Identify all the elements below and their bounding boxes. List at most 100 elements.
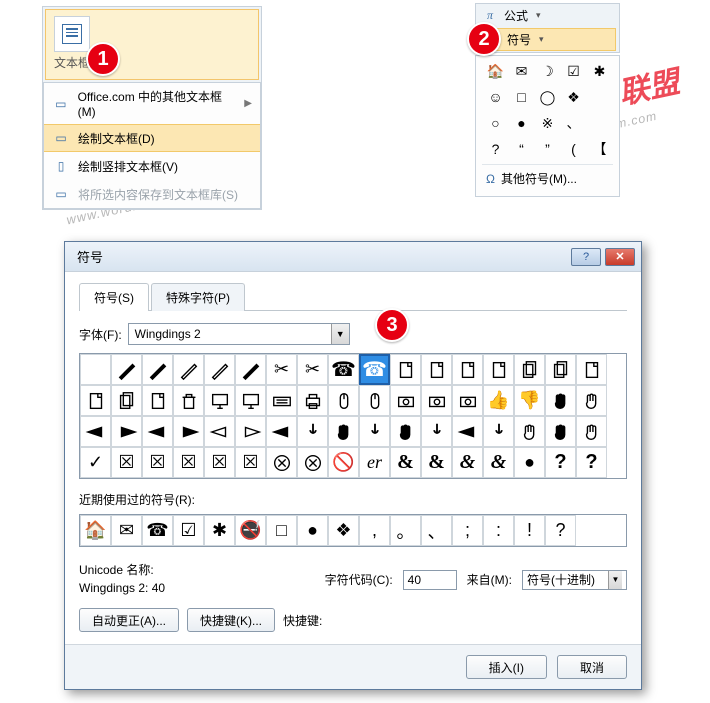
grid-cell[interactable]: ? (576, 447, 607, 478)
grid-cell[interactable] (328, 385, 359, 416)
grid-cell[interactable]: ☒ (111, 447, 142, 478)
tab-special-chars[interactable]: 特殊字符(P) (151, 283, 245, 311)
grid-cell[interactable] (576, 416, 607, 447)
grid-cell[interactable] (266, 385, 297, 416)
grid-cell[interactable] (173, 385, 204, 416)
grid-cell[interactable] (80, 385, 111, 416)
recent-symbols-row[interactable]: 🏠✉☎☑✱🚭□●❖,。、;:!? (79, 514, 627, 547)
grid-cell[interactable]: er (359, 447, 390, 478)
recent-cell[interactable]: ❖ (328, 515, 359, 546)
grid-cell[interactable] (297, 447, 328, 478)
symbol-cell[interactable]: ✱ (589, 60, 611, 82)
symbol-cell[interactable]: ? (485, 138, 507, 160)
recent-cell[interactable]: 🚭 (235, 515, 266, 546)
grid-cell[interactable]: & (483, 447, 514, 478)
recent-cell[interactable]: 、 (421, 515, 452, 546)
grid-cell[interactable]: ☒ (235, 447, 266, 478)
grid-cell[interactable]: ☒ (204, 447, 235, 478)
char-code-input[interactable]: 40 (403, 570, 457, 590)
insert-button[interactable]: 插入(I) (466, 655, 547, 679)
grid-cell[interactable]: & (421, 447, 452, 478)
grid-cell[interactable]: ✓ (80, 447, 111, 478)
grid-cell[interactable] (359, 416, 390, 447)
grid-cell[interactable] (545, 385, 576, 416)
symbol-cell[interactable]: 【 (589, 138, 611, 160)
font-select[interactable]: Wingdings 2 ▼ (128, 323, 350, 345)
dialog-titlebar[interactable]: 符号 ? ✕ (65, 242, 641, 272)
grid-cell[interactable] (421, 354, 452, 385)
symbol-cell[interactable]: ☑ (563, 60, 585, 82)
menu-item-draw-textbox[interactable]: ▭ 绘制文本框(D) (44, 124, 260, 152)
recent-cell[interactable]: : (483, 515, 514, 546)
grid-cell[interactable] (390, 385, 421, 416)
symbol-cell[interactable]: ※ (537, 112, 559, 134)
recent-cell[interactable]: ● (297, 515, 328, 546)
recent-cell[interactable]: , (359, 515, 390, 546)
symbol-cell[interactable]: □ (511, 86, 533, 108)
grid-cell[interactable] (421, 416, 452, 447)
grid-cell[interactable] (359, 385, 390, 416)
grid-cell[interactable] (235, 354, 266, 385)
textbox-button[interactable]: 文本框 ▾ (45, 9, 259, 80)
grid-cell[interactable] (204, 354, 235, 385)
grid-cell[interactable]: 👍 (483, 385, 514, 416)
symbol-cell[interactable]: ( (563, 138, 585, 160)
cancel-button[interactable]: 取消 (557, 655, 627, 679)
recent-cell[interactable]: ☑ (173, 515, 204, 546)
from-select[interactable]: 符号(十进制) ▼ (522, 570, 627, 590)
symbol-cell[interactable]: ” (537, 138, 559, 160)
symbol-cell[interactable]: ◯ (537, 86, 559, 108)
help-button[interactable]: ? (571, 248, 601, 266)
symbol-grid[interactable]: ✂✂☎☎👍👎✓☒☒☒☒☒🚫er&&&&●?? (79, 353, 627, 479)
recent-cell[interactable]: □ (266, 515, 297, 546)
grid-cell[interactable] (204, 416, 235, 447)
grid-cell[interactable]: ☎ (328, 354, 359, 385)
grid-cell[interactable] (80, 416, 111, 447)
symbol-cell[interactable]: 、 (563, 112, 585, 134)
grid-cell[interactable]: ✂ (266, 354, 297, 385)
grid-cell[interactable] (514, 416, 545, 447)
recent-cell[interactable]: 🏠 (80, 515, 111, 546)
grid-cell[interactable] (111, 354, 142, 385)
symbol-cell[interactable]: ● (511, 112, 533, 134)
recent-cell[interactable]: ✱ (204, 515, 235, 546)
grid-cell[interactable] (142, 416, 173, 447)
grid-cell[interactable]: & (452, 447, 483, 478)
grid-cell[interactable] (390, 416, 421, 447)
grid-cell[interactable] (421, 385, 452, 416)
grid-cell[interactable] (142, 354, 173, 385)
recent-cell[interactable]: ✉ (111, 515, 142, 546)
autocorrect-button[interactable]: 自动更正(A)... (79, 608, 179, 632)
grid-cell[interactable] (545, 354, 576, 385)
grid-cell[interactable] (452, 354, 483, 385)
grid-cell[interactable]: ☒ (173, 447, 204, 478)
recent-cell[interactable]: ; (452, 515, 483, 546)
symbol-cell[interactable]: ✉ (511, 60, 533, 82)
grid-cell[interactable]: & (390, 447, 421, 478)
grid-cell[interactable]: ● (514, 447, 545, 478)
symbol-cell[interactable]: ○ (485, 112, 507, 134)
grid-cell[interactable] (545, 416, 576, 447)
grid-cell[interactable] (576, 385, 607, 416)
grid-cell[interactable]: 👎 (514, 385, 545, 416)
grid-cell[interactable] (204, 385, 235, 416)
symbol-cell[interactable]: ☺ (485, 86, 507, 108)
grid-cell[interactable] (452, 416, 483, 447)
grid-cell[interactable] (328, 416, 359, 447)
symbol-cell[interactable]: 🏠 (485, 60, 507, 82)
grid-cell[interactable] (173, 416, 204, 447)
recent-cell[interactable]: ? (545, 515, 576, 546)
shortcut-key-button[interactable]: 快捷键(K)... (187, 608, 275, 632)
grid-cell[interactable] (266, 416, 297, 447)
grid-cell[interactable] (483, 416, 514, 447)
grid-cell[interactable]: ☎ (359, 354, 390, 385)
grid-cell[interactable] (235, 385, 266, 416)
grid-cell[interactable] (111, 385, 142, 416)
more-symbols-item[interactable]: Ω 其他符号(M)... (482, 164, 613, 192)
recent-cell[interactable]: ☎ (142, 515, 173, 546)
grid-cell[interactable]: 🚫 (328, 447, 359, 478)
symbol-cell[interactable]: “ (511, 138, 533, 160)
grid-cell[interactable] (266, 447, 297, 478)
grid-cell[interactable] (483, 354, 514, 385)
grid-cell[interactable]: ? (545, 447, 576, 478)
